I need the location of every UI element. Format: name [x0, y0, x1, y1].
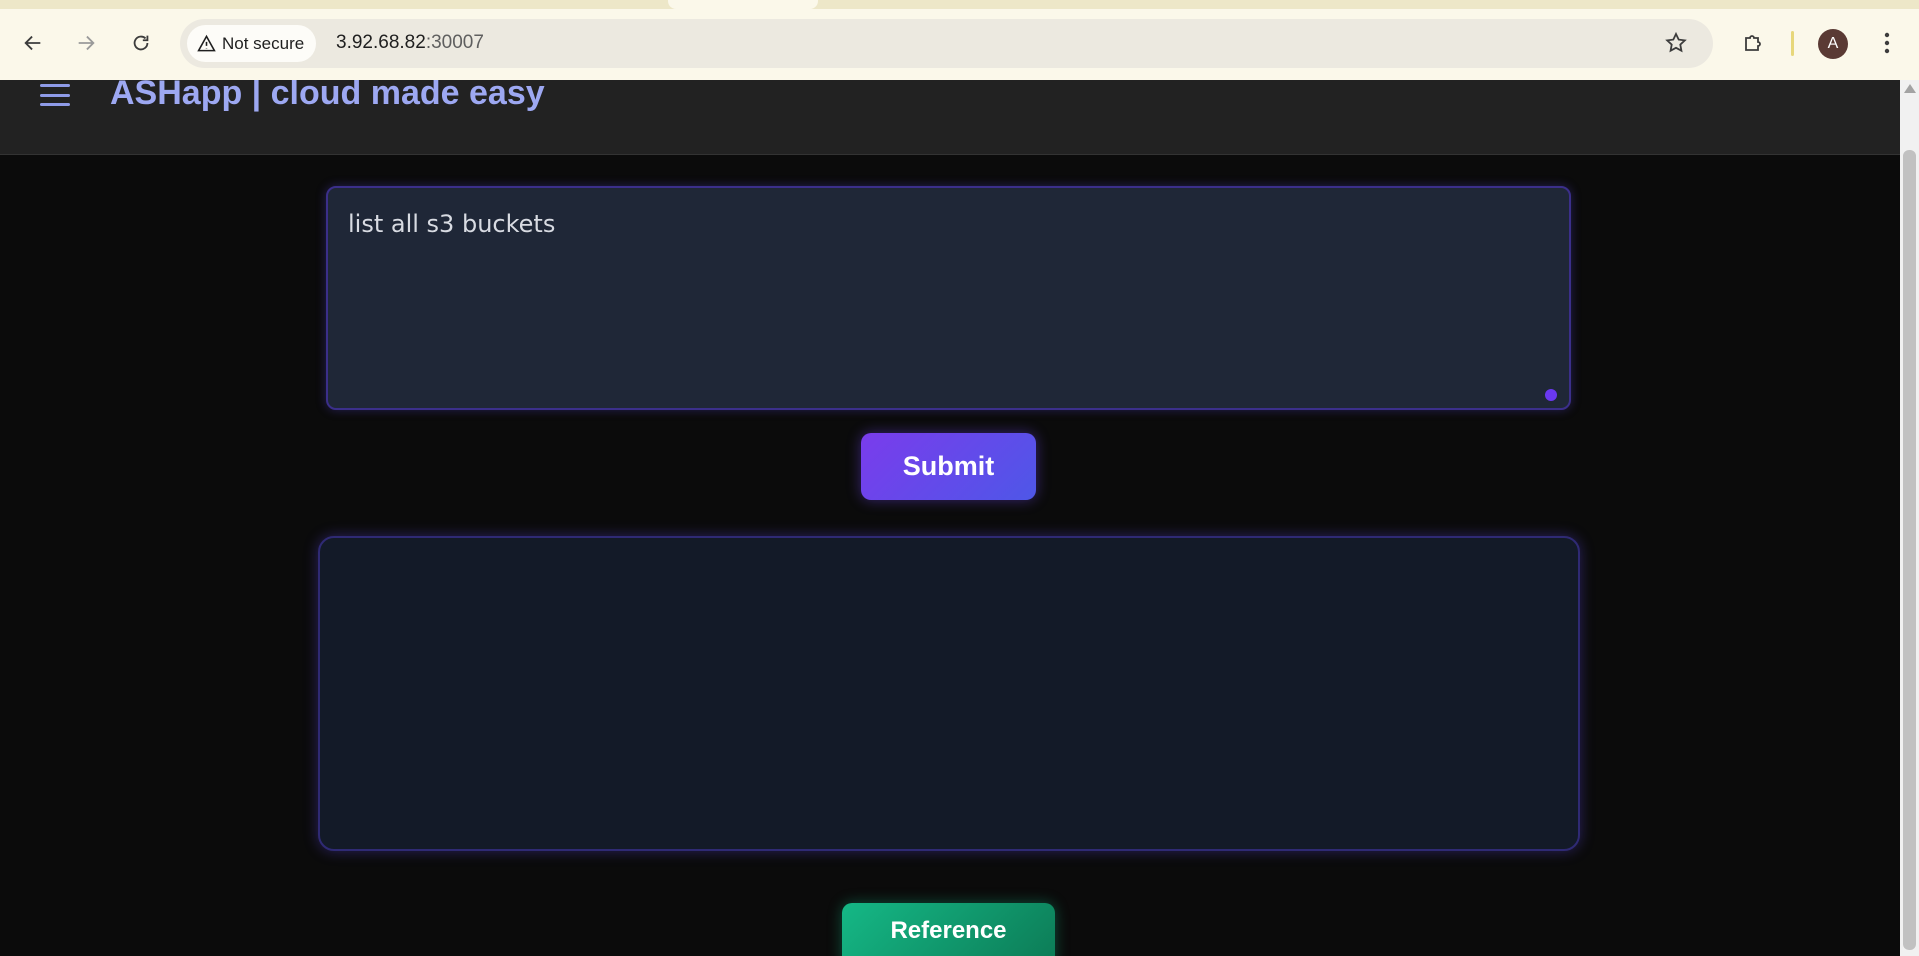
submit-button[interactable]: Submit: [861, 433, 1036, 500]
browser-menu-button[interactable]: [1872, 26, 1902, 60]
profile-avatar[interactable]: A: [1818, 29, 1848, 59]
more-vertical-icon: [1884, 32, 1890, 54]
address-bar[interactable]: Not secure 3.92.68.82:30007: [180, 19, 1713, 68]
forward-button[interactable]: [69, 26, 103, 60]
active-tab[interactable]: [668, 0, 818, 9]
url-text[interactable]: 3.92.68.82:30007: [336, 32, 484, 54]
resize-handle[interactable]: [1545, 389, 1557, 401]
page-viewport: ASHapp | cloud made easy list all s3 buc…: [0, 80, 1900, 956]
output-panel: [318, 536, 1580, 851]
scroll-up-arrow-icon[interactable]: [1904, 84, 1916, 93]
reload-button[interactable]: [124, 26, 158, 60]
url-port: :30007: [425, 32, 484, 53]
page-scrollbar[interactable]: [1900, 80, 1919, 956]
hamburger-line: [40, 93, 70, 97]
url-host: 3.92.68.82: [336, 32, 426, 53]
back-button[interactable]: [16, 26, 50, 60]
warning-triangle-icon: [197, 34, 216, 52]
security-label: Not secure: [222, 33, 305, 53]
reference-button[interactable]: Reference: [842, 903, 1055, 956]
security-chip[interactable]: Not secure: [187, 25, 317, 62]
scroll-thumb[interactable]: [1903, 150, 1916, 950]
puzzle-icon: [1745, 35, 1761, 51]
toolbar-divider: [1791, 31, 1794, 56]
arrow-left-icon: [24, 35, 41, 51]
extensions-button[interactable]: [1736, 26, 1770, 60]
arrow-right-icon: [78, 35, 95, 51]
hamburger-line: [40, 84, 70, 87]
prompt-input[interactable]: list all s3 buckets: [326, 186, 1571, 410]
browser-toolbar: Not secure 3.92.68.82:30007 A: [0, 0, 1919, 80]
hamburger-icon[interactable]: [40, 80, 70, 110]
tab-strip: [0, 0, 1919, 9]
app-header: ASHapp | cloud made easy: [0, 80, 1900, 155]
profile-initial: A: [1827, 35, 1839, 52]
hamburger-line: [40, 103, 70, 106]
app-title: ASHapp | cloud made easy: [110, 80, 545, 112]
star-icon: [1665, 31, 1687, 53]
bookmark-button[interactable]: [1659, 26, 1693, 60]
reload-icon: [133, 35, 149, 51]
